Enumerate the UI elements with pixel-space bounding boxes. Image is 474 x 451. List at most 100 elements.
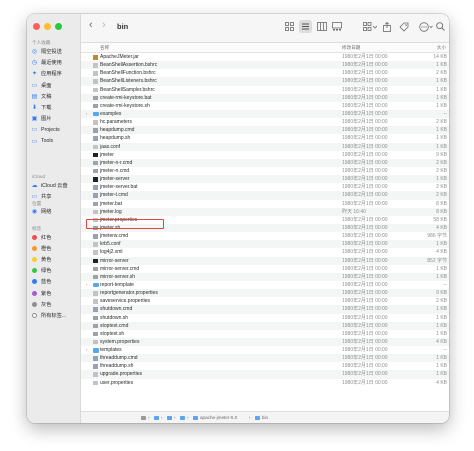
sidebar-item-download[interactable]: ⬇ 下载 xyxy=(31,103,77,112)
file-row[interactable]: jmeter-t.cmd 1980年2月1日 00:00 2 KB xyxy=(81,191,449,200)
file-row[interactable]: krb5.conf 1980年2月1日 00:00 1 KB xyxy=(81,240,449,249)
sidebar-item-desktop[interactable]: ▭ 桌面 xyxy=(31,81,77,90)
folder-icon xyxy=(93,282,99,288)
zoom-button[interactable] xyxy=(55,23,62,30)
sidebar-item-pictures[interactable]: ▣ 图片 xyxy=(31,114,77,123)
sidebar-item-tag[interactable]: 紫色 xyxy=(31,289,77,298)
sidebar-item-network[interactable]: ◉ 网络 xyxy=(31,207,77,216)
file-row[interactable]: jmeter-server 1980年2月1日 00:00 1 KB xyxy=(81,175,449,184)
file-row[interactable]: mirror-server 1980年2月1日 00:00 852 字节 xyxy=(81,256,449,265)
close-button[interactable] xyxy=(33,23,40,30)
column-view-icon[interactable] xyxy=(317,22,327,34)
file-name: heapdump.sh xyxy=(100,135,131,142)
sidebar-item-tag[interactable]: 黄色 xyxy=(31,255,77,264)
icon-view-icon[interactable] xyxy=(285,22,294,34)
file-row[interactable]: jmeterw.cmd 1980年2月1日 00:00 986 字节 xyxy=(81,232,449,240)
sidebar-item-shared-folder[interactable]: ▭ 共享 xyxy=(31,192,77,201)
share-icon[interactable] xyxy=(383,21,391,35)
disclosure-triangle-icon[interactable]: › xyxy=(86,346,87,354)
gallery-view-icon[interactable] xyxy=(332,22,342,34)
list-view-icon[interactable] xyxy=(299,20,312,33)
file-row[interactable]: threaddump.sh 1980年2月1日 00:00 1 KB xyxy=(81,362,449,370)
file-row[interactable]: jmeter.log 昨天 16:40 8 KB xyxy=(81,207,449,216)
column-date[interactable]: 修改日期 xyxy=(342,45,360,51)
back-button[interactable]: ‹ xyxy=(89,20,93,31)
file-name: jmeter.bat xyxy=(100,200,122,207)
file-row[interactable]: › report-template 1980年2月1日 00:00 -- xyxy=(81,281,449,289)
more-actions-icon[interactable] xyxy=(419,22,433,35)
file-row[interactable]: user.properties 1980年2月1日 00:00 4 KB xyxy=(81,379,449,387)
path-segment[interactable]: bin xyxy=(262,415,268,420)
file-row[interactable]: upgrade.properties 1980年2月1日 00:00 1 KB xyxy=(81,370,449,379)
file-row[interactable]: jmeter-n-r.cmd 1980年2月1日 00:00 2 KB xyxy=(81,158,449,167)
folder-icon[interactable] xyxy=(180,415,185,420)
sidebar-item-tag[interactable]: 橙色 xyxy=(31,244,77,253)
sidebar-item-airdrop[interactable]: ◎ 隔空投送 xyxy=(31,47,77,56)
file-row[interactable]: create-rmi-keystore.bat 1980年2月1日 00:00 1 … xyxy=(81,93,449,102)
search-icon[interactable] xyxy=(436,22,445,34)
file-row[interactable]: BeanShellAssertion.bshrc 1980年2月1日 00:00 1… xyxy=(81,61,449,70)
file-row[interactable]: reportgenerator.properties 1980年2月1日 00:0… xyxy=(81,289,449,298)
file-size: 1 KB xyxy=(436,306,447,313)
file-row[interactable]: stoptest.cmd 1980年2月1日 00:00 1 KB xyxy=(81,321,449,330)
file-size: 1 KB xyxy=(436,355,447,362)
file-row[interactable]: hc.parameters 1980年2月1日 00:00 2 KB xyxy=(81,118,449,126)
sidebar-item-tag[interactable]: 所有标签... xyxy=(31,311,77,320)
sidebar-item-apps[interactable]: ✦ 应用程序 xyxy=(31,69,77,78)
file-row[interactable]: › examples 1980年2月1日 00:00 -- xyxy=(81,109,449,119)
file-row[interactable]: log4j2.xml 1980年2月1日 00:00 4 KB xyxy=(81,248,449,256)
file-row[interactable]: jmeter-n.cmd 1980年2月1日 00:00 2 KB xyxy=(81,167,449,175)
column-size[interactable]: 大小 xyxy=(437,45,446,51)
disclosure-triangle-icon[interactable]: › xyxy=(86,281,87,289)
file-date: 1980年2月1日 00:00 xyxy=(342,184,388,191)
sidebar-item-tag[interactable]: 红色 xyxy=(31,233,77,242)
desktop-icon: ▭ xyxy=(31,82,38,89)
file-row[interactable]: shutdown.cmd 1980年2月1日 00:00 1 KB xyxy=(81,305,449,314)
file-row[interactable]: shutdown.sh 1980年2月1日 00:00 1 KB xyxy=(81,314,449,322)
file-row[interactable]: BeanShellListeners.bshrc 1980年2月1日 00:00 1… xyxy=(81,77,449,86)
sidebar-item-tag[interactable]: 绿色 xyxy=(31,266,77,275)
sidebar-item-tag[interactable]: 蓝色 xyxy=(31,277,77,286)
file-row[interactable]: mirror-server.cmd 1980年2月1日 00:00 1 KB xyxy=(81,265,449,273)
file-row[interactable]: jmeter-server.bat 1980年2月1日 00:00 2 KB xyxy=(81,183,449,191)
sidebar-item-document[interactable]: ▤ 文稿 xyxy=(31,92,77,101)
sidebar-item-folder[interactable]: ▭ Projects xyxy=(31,125,77,134)
file-row[interactable]: create-rmi-keystore.sh 1980年2月1日 00:00 1 K… xyxy=(81,102,449,110)
file-icon xyxy=(93,136,98,141)
file-row[interactable]: BeanShellSampler.bshrc 1980年2月1日 00:00 1 K… xyxy=(81,86,449,94)
column-name[interactable]: 名称 xyxy=(100,45,109,51)
file-row[interactable]: jaas.conf 1980年2月1日 00:00 1 KB xyxy=(81,142,449,151)
group-by-icon[interactable] xyxy=(363,22,378,34)
file-row[interactable]: saveservice.properties 1980年2月1日 00:00 2 K… xyxy=(81,297,449,305)
file-row[interactable]: heapdump.sh 1980年2月1日 00:00 1 KB xyxy=(81,134,449,142)
file-row[interactable]: › templates 1980年2月1日 00:00 -- xyxy=(81,346,449,354)
file-row[interactable]: mirror-server.sh 1980年2月1日 00:00 1 KB xyxy=(81,272,449,281)
file-row[interactable]: jmeter.bat 1980年2月1日 00:00 8 KB xyxy=(81,200,449,208)
file-row[interactable]: ApacheJMeter.jar 1980年2月1日 00:00 14 KB xyxy=(81,53,449,61)
file-row[interactable]: threaddump.cmd 1980年2月1日 00:00 1 KB xyxy=(81,354,449,363)
tag-color-dot xyxy=(32,301,37,307)
file-size: 1 KB xyxy=(436,314,447,321)
file-row[interactable]: jmeter 1980年2月1日 00:00 9 KB xyxy=(81,151,449,159)
file-row[interactable]: stoptest.sh 1980年2月1日 00:00 1 KB xyxy=(81,330,449,338)
file-row[interactable]: system.properties 1980年2月1日 00:00 4 KB xyxy=(81,337,449,347)
file-icon xyxy=(93,160,98,166)
sidebar-item-clock[interactable]: ◷ 最近使用 xyxy=(31,58,77,67)
file-row[interactable]: heapdump.cmd 1980年2月1日 00:00 1 KB xyxy=(81,126,449,135)
folder-icon[interactable] xyxy=(193,415,198,420)
sidebar-item-folder[interactable]: ▭ Tools xyxy=(31,137,77,146)
tag-icon[interactable] xyxy=(399,22,409,35)
file-row[interactable]: BeanShellFunction.bshrc 1980年2月1日 00:00 2 … xyxy=(81,69,449,77)
sidebar-item-cloud[interactable]: ☁ iCloud 云盘 xyxy=(31,181,77,190)
disclosure-triangle-icon[interactable]: › xyxy=(86,110,87,118)
disk-icon[interactable] xyxy=(141,415,146,420)
folder-icon[interactable] xyxy=(254,415,260,420)
file-size: 1 KB xyxy=(436,265,447,272)
folder-icon[interactable] xyxy=(154,415,159,420)
forward-button[interactable]: › xyxy=(102,20,106,31)
sidebar-item-tag[interactable]: 灰色 xyxy=(31,300,77,309)
file-size: 986 字节 xyxy=(427,233,447,240)
minimize-button[interactable] xyxy=(44,23,51,30)
folder-icon[interactable] xyxy=(167,415,172,420)
path-segment[interactable]: apache-jmeter-5.0 xyxy=(200,415,237,420)
